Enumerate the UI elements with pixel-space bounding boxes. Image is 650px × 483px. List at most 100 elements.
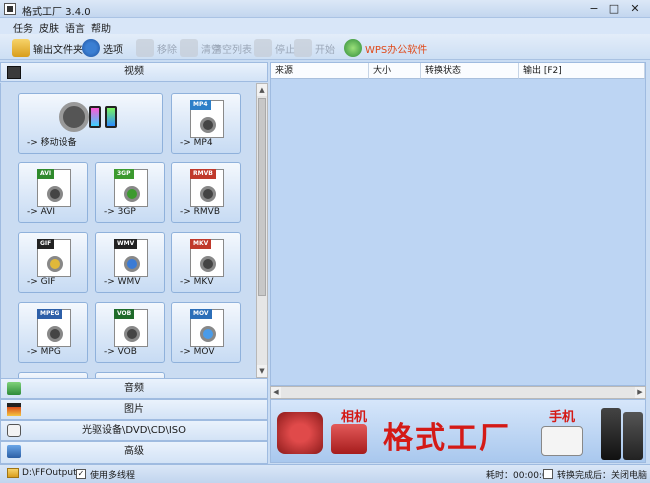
options-label: 选项	[103, 44, 123, 56]
multithread-checkbox[interactable]: ✓	[76, 469, 86, 479]
options-button[interactable]: 选项	[82, 37, 123, 59]
options-icon	[82, 39, 100, 57]
multithread-label: 使用多线程	[90, 471, 136, 481]
tile-mkv-label: -> MKV	[180, 277, 214, 287]
tile-3gp[interactable]: 3GP -> 3GP	[95, 162, 165, 223]
gif-icon: GIF	[37, 239, 71, 277]
tile-gif[interactable]: GIF -> GIF	[18, 232, 88, 293]
wps-label: WPS办公软件	[365, 44, 428, 56]
category-picture-label: 图片	[124, 404, 144, 415]
tile-mp4[interactable]: MP4 -> MP4	[171, 93, 241, 154]
title-bar: 格式工厂 3.4.0 − □ ✕	[0, 0, 650, 18]
scroll-left-arrow[interactable]: ◀	[271, 387, 281, 398]
video-icon	[7, 66, 21, 79]
stop-icon	[254, 39, 272, 57]
after-convert-label: 转换完成后：关闭电脑	[557, 471, 648, 481]
tile-mobile-label: -> 移动设备	[27, 138, 77, 148]
list-h-scrollbar[interactable]: ◀ ▶	[270, 386, 646, 399]
smartphone-icon-2	[623, 412, 643, 460]
device-icon	[541, 426, 583, 456]
category-picture[interactable]: 图片	[0, 399, 268, 420]
clear-list-button[interactable]: 清空列表	[212, 37, 252, 59]
smartphone-icon	[601, 408, 621, 460]
tile-vob[interactable]: VOB -> VOB	[95, 302, 165, 363]
music-note-icon	[7, 382, 21, 395]
stop-label: 停止	[275, 44, 295, 56]
phone-icon-2	[105, 106, 117, 128]
wps-button[interactable]: WPS办公软件	[344, 37, 427, 59]
folder-icon	[12, 39, 30, 57]
category-advanced-label: 高级	[124, 446, 144, 457]
column-status[interactable]: 转换状态	[421, 63, 519, 79]
vob-icon: VOB	[114, 309, 148, 347]
category-video-header[interactable]: 视频	[0, 62, 268, 82]
scroll-right-arrow[interactable]: ▶	[635, 387, 645, 398]
scroll-up-arrow[interactable]: ▲	[257, 84, 267, 96]
window-title: 格式工厂 3.4.0	[22, 7, 91, 18]
tile-mobile[interactable]: -> 移动设备	[18, 93, 163, 154]
picture-icon	[7, 403, 21, 416]
avi-icon: AVI	[37, 169, 71, 207]
category-advanced[interactable]: 高级	[0, 441, 268, 464]
tile-mpg-label: -> MPG	[27, 347, 61, 357]
promo-banner[interactable]: 相机 格式工厂 手机	[270, 399, 646, 463]
camcorder-icon	[277, 412, 323, 454]
category-audio[interactable]: 音频	[0, 378, 268, 399]
tile-avi-label: -> AVI	[27, 207, 56, 217]
column-source[interactable]: 来源	[271, 63, 369, 79]
category-audio-label: 音频	[124, 383, 144, 394]
tile-avi[interactable]: AVI -> AVI	[18, 162, 88, 223]
column-size[interactable]: 大小	[369, 63, 421, 79]
tile-wmv[interactable]: WMV -> WMV	[95, 232, 165, 293]
remove-icon	[136, 39, 154, 57]
tile-mpg[interactable]: MPEG -> MPG	[18, 302, 88, 363]
wmv-icon: WMV	[114, 239, 148, 277]
scroll-down-arrow[interactable]: ▼	[257, 365, 267, 377]
scroll-thumb[interactable]	[258, 98, 266, 296]
app-icon	[4, 3, 16, 15]
category-rom-label: 光驱设备\DVD\CD\ISO	[81, 425, 187, 436]
toolbar: 输出文件夹 选项 移除 清空 清空列表 停止 开始 WPS办公软件	[0, 34, 650, 60]
mkv-icon: MKV	[190, 239, 224, 277]
rmvb-icon: RMVB	[190, 169, 224, 207]
phone-icon	[89, 106, 101, 128]
advanced-icon	[7, 445, 21, 458]
tile-mov-label: -> MOV	[180, 347, 215, 357]
tile-wmv-label: -> WMV	[104, 277, 141, 287]
tile-mp4-label: -> MP4	[180, 138, 213, 148]
maximize-button[interactable]: □	[605, 2, 623, 16]
clear-icon	[180, 39, 198, 57]
mov-icon: MOV	[190, 309, 224, 347]
tile-3gp-label: -> 3GP	[104, 207, 136, 217]
start-label: 开始	[315, 44, 335, 56]
remove-button[interactable]: 移除	[136, 37, 177, 59]
column-output[interactable]: 输出 [F2]	[519, 63, 645, 79]
tile-panel-scrollbar[interactable]: ▲ ▼	[256, 83, 268, 378]
start-icon	[294, 39, 312, 57]
output-folder-button[interactable]: 输出文件夹	[12, 37, 83, 59]
tile-rmvb-label: -> RMVB	[180, 207, 220, 217]
close-button[interactable]: ✕	[626, 2, 644, 16]
wps-icon	[344, 39, 362, 57]
mpg-icon: MPEG	[37, 309, 71, 347]
category-rom[interactable]: 光驱设备\DVD\CD\ISO	[0, 420, 268, 441]
tile-mov[interactable]: MOV -> MOV	[171, 302, 241, 363]
drive-icon	[7, 424, 21, 437]
start-button[interactable]: 开始	[294, 37, 335, 59]
output-path[interactable]: D:\FFOutput	[22, 468, 77, 478]
output-folder-label: 输出文件夹	[33, 44, 83, 56]
task-list[interactable]: 来源 大小 转换状态 输出 [F2]	[270, 62, 646, 386]
film-reel-icon	[59, 102, 89, 132]
3gp-icon: 3GP	[114, 169, 148, 207]
stop-button[interactable]: 停止	[254, 37, 295, 59]
remove-label: 移除	[157, 44, 177, 56]
phone-label: 手机	[549, 410, 576, 425]
tile-mkv[interactable]: MKV -> MKV	[171, 232, 241, 293]
folder-icon-status	[7, 468, 19, 478]
clear-list-label: 清空列表	[212, 44, 252, 56]
shutdown-checkbox[interactable]	[543, 469, 553, 479]
minimize-button[interactable]: −	[585, 2, 603, 16]
banner-title: 格式工厂	[383, 421, 511, 456]
menu-bar: 任务 皮肤 语言 帮助	[0, 18, 650, 35]
tile-rmvb[interactable]: RMVB -> RMVB	[171, 162, 241, 223]
